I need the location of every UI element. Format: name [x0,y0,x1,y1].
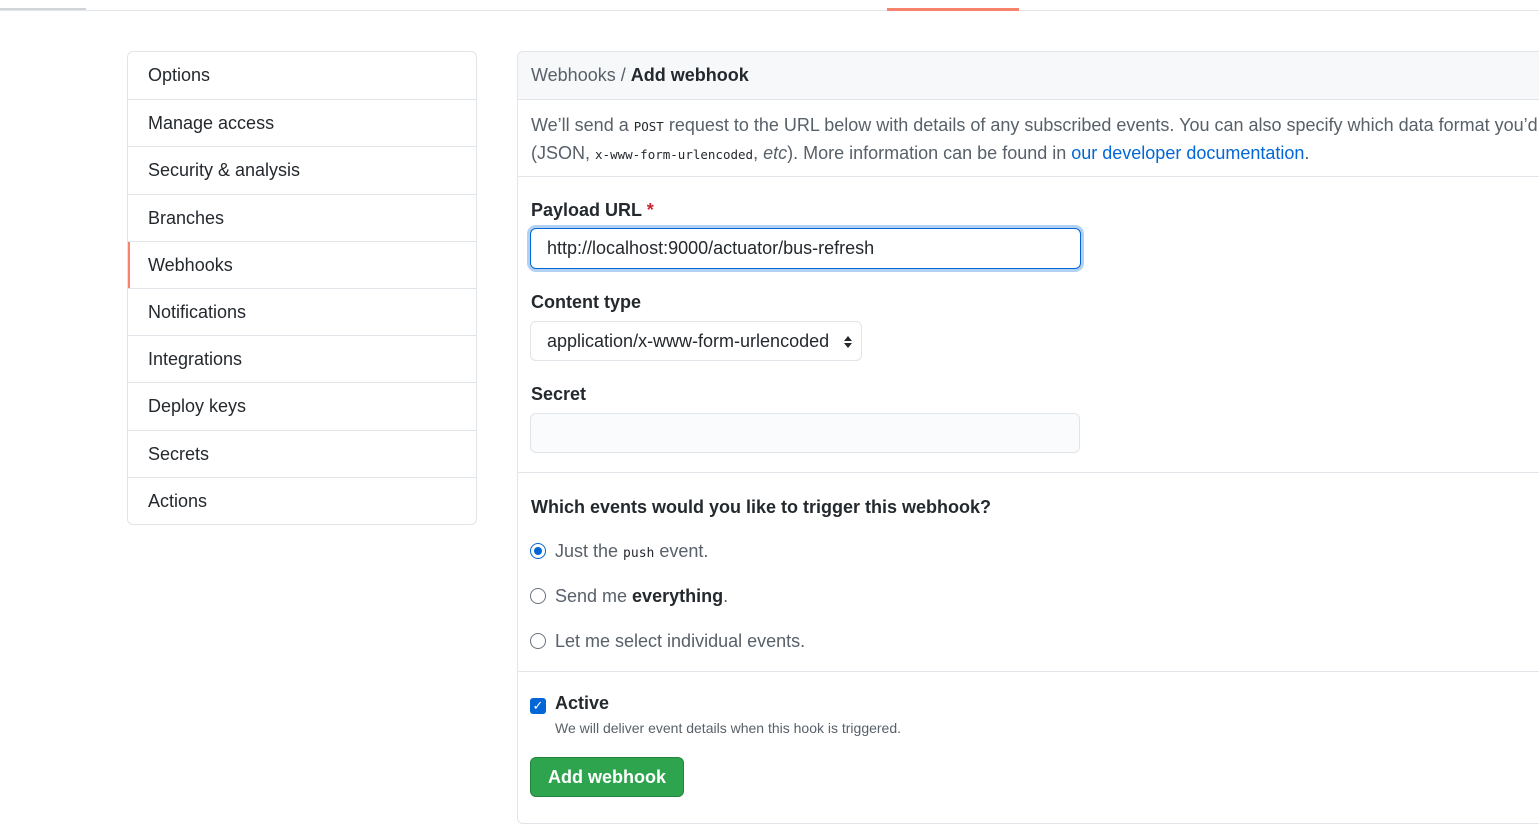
sidebar-item-security-analysis[interactable]: Security & analysis [128,146,476,193]
payload-url-label: Payload URL * [531,200,654,220]
section-divider [518,472,1539,473]
radio-label-push: Just the push event. [555,541,709,561]
sidebar-item-integrations[interactable]: Integrations [128,335,476,382]
intro-code-post: POST [633,119,664,134]
page-title: Add webhook [630,65,749,85]
sidebar-item-actions[interactable]: Actions [128,476,476,524]
section-divider [518,176,1539,177]
sidebar-item-options[interactable]: Options [128,52,476,99]
required-mark: * [646,200,654,220]
developer-docs-link[interactable]: our developer documentation [1071,143,1304,163]
settings-sidebar: Options Manage access Security & analysi… [127,51,477,525]
intro-text-2: request to the URL below with details of… [663,115,1539,135]
events-question: Which events would you like to trigger t… [531,497,992,517]
radio-label-individual: Let me select individual events. [555,631,806,651]
intro-code-format: x-www-form-urlencoded [595,147,754,162]
sidebar-item-secrets[interactable]: Secrets [128,429,476,477]
radio-button[interactable] [530,588,546,604]
radio-button[interactable] [530,633,546,649]
secret-input[interactable] [530,413,1080,453]
content-type-label: Content type [531,292,641,312]
intro-text-5: ). More information can be found in [787,143,1072,163]
content-type-value: application/x-www-form-urlencoded [547,331,830,351]
breadcrumb: Webhooks / Add webhook [518,52,1539,100]
sidebar-item-notifications[interactable]: Notifications [128,287,476,335]
breadcrumb-parent-link[interactable]: Webhooks [531,65,616,85]
intro-text-1: We’ll send a [531,115,634,135]
section-divider [518,671,1539,672]
active-label: Active [555,693,610,713]
chevron-up-down-icon [843,322,853,360]
sidebar-item-branches[interactable]: Branches [128,193,476,241]
active-checkbox[interactable]: ✓ [530,698,546,714]
add-webhook-box: Webhooks / Add webhook We’ll send a POST… [517,51,1539,824]
intro-text-3: (JSON, [531,143,596,163]
intro-text-4: , [753,143,764,163]
active-description: We will deliver event details when this … [555,720,902,736]
content-type-select[interactable]: application/x-www-form-urlencoded [530,321,862,361]
sidebar-item-deploy-keys[interactable]: Deploy keys [128,382,476,429]
intro-text-6: . [1304,143,1310,163]
sidebar-item-webhooks[interactable]: Webhooks [128,240,476,289]
sidebar-item-manage-access[interactable]: Manage access [128,99,476,146]
secret-label: Secret [531,384,587,404]
add-webhook-button[interactable]: Add webhook [530,757,684,797]
radio-label-everything: Send me everything. [555,586,729,606]
top-nav-bar [0,0,1539,11]
checkmark-icon: ✓ [532,698,544,713]
breadcrumb-separator: / [615,65,631,85]
nav-tab-active-underline [887,8,1019,11]
payload-url-input[interactable] [530,228,1081,269]
intro-text: We’ll send a POST request to the URL bel… [531,112,1539,168]
intro-etc: etc [763,143,788,163]
radio-button-checked[interactable] [530,543,546,559]
nav-tab-underline [0,8,86,10]
